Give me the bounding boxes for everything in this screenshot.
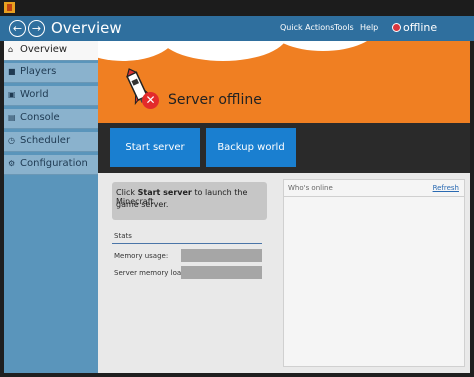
sidebar-item-label: Configuration [20,158,88,169]
info-text: Click [116,188,138,197]
whos-online-header: Who's online Refresh [284,180,464,197]
header-bar: ← → Overview Quick Actions Tools Help of… [0,16,474,41]
cloud-decoration [268,41,378,51]
info-text-bold: Start server [137,188,192,197]
sidebar-item-label: Overview [20,44,68,55]
sidebar-item-console[interactable]: ▤ Console [4,109,98,129]
info-message: Click Start server to launch the Minecra… [112,182,267,220]
refresh-link[interactable]: Refresh [433,184,459,192]
server-status-text: Server offline [168,92,262,108]
cloud-decoration [158,41,288,61]
actions-bar: Start server Backup world now [98,123,470,192]
status-banner: ✕ Server offline [98,41,470,123]
info-message-line2: game server. [116,200,169,209]
home-icon: ⌂ [8,45,14,54]
sidebar-item-label: Console [20,112,60,123]
gear-icon: ⚙ [8,159,16,168]
page-title: Overview [51,19,122,37]
whos-online-title: Who's online [288,184,333,192]
window-titlebar [0,0,474,16]
back-button[interactable]: ← [9,20,26,37]
whos-online-panel: Who's online Refresh [283,179,465,367]
sidebar-item-world[interactable]: ▣ World [4,86,98,106]
menu-quick-actions[interactable]: Quick Actions [280,23,334,32]
memory-usage-label: Memory usage: [114,252,169,260]
world-icon: ▣ [8,90,16,99]
sidebar: ⌂ Overview ■ Players ▣ World ▤ Console ◷… [4,41,98,373]
sidebar-item-label: Scheduler [20,135,71,146]
menu-tools[interactable]: Tools [334,23,354,32]
server-memory-label: Server memory load: [114,269,188,277]
sidebar-item-label: World [20,89,49,100]
main-content: ✕ Server offline Start server Backup wor… [98,41,470,373]
sidebar-item-label: Players [20,66,57,77]
forward-button[interactable]: → [28,20,45,37]
sidebar-item-overview[interactable]: ⌂ Overview [4,41,98,61]
start-server-button[interactable]: Start server [110,128,200,167]
sidebar-item-scheduler[interactable]: ◷ Scheduler [4,132,98,152]
stats-divider [112,243,262,244]
player-icon: ■ [8,67,16,76]
memory-usage-bar [181,249,262,262]
server-memory-bar [181,266,262,279]
app-icon [4,2,15,13]
console-icon: ▤ [8,113,16,122]
clock-icon: ◷ [8,136,15,145]
status-indicator-icon [392,23,401,32]
sidebar-item-configuration[interactable]: ⚙ Configuration [4,155,98,175]
error-icon: ✕ [142,92,159,109]
menu-help[interactable]: Help [360,23,378,32]
status-label[interactable]: offline [403,21,437,34]
sidebar-item-players[interactable]: ■ Players [4,63,98,83]
player-list[interactable] [288,202,459,357]
stats-heading: Stats [114,232,132,240]
backup-world-button[interactable]: Backup world now [206,128,296,192]
